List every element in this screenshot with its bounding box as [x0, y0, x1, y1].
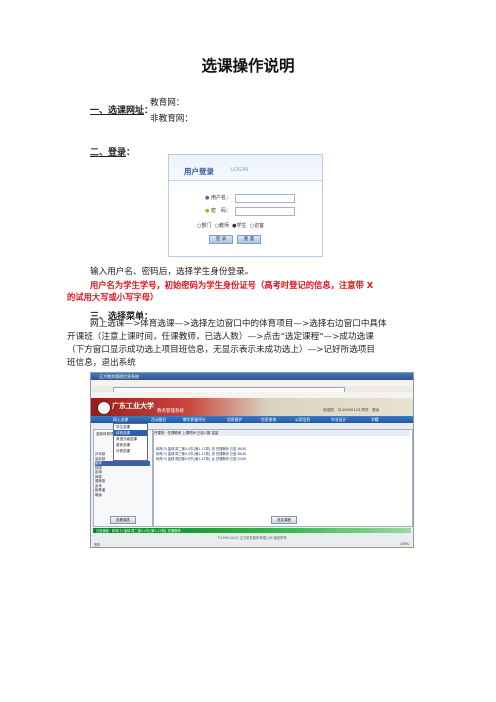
username-label: ● 用户名：: [205, 194, 231, 201]
banner-system-name: 教务管理系统: [157, 409, 184, 414]
selected-courses-text: 已选课程：体育(3) 篮球 周二第3,4节{第1-17周} 任课教师: [96, 529, 181, 533]
role-radio-group: ○部门 ○教师 ●学生 ○访客: [197, 222, 264, 229]
nav-item-1[interactable]: 活动报名: [151, 417, 166, 423]
course-system-screenshot: 正方教务管理信息系统 广东工业大学 教务管理系统 欢迎您：3110000123 …: [90, 372, 414, 548]
nav-item-3[interactable]: 信息维护: [227, 417, 242, 423]
banner-university-name: 广东工业大学: [112, 401, 154, 410]
nav-dropdown-menu: 学生选课 体育选课 英语分级选课 重修选课 补修选课: [113, 423, 148, 461]
login-header: 用户登录 LOGIN: [169, 163, 322, 181]
password-field[interactable]: [235, 207, 295, 216]
key-icon: ●: [205, 208, 210, 214]
username-label-text: 用户名：: [210, 195, 231, 201]
user-icon: ●: [205, 195, 210, 201]
nav-item-2[interactable]: 教学质量评价: [183, 417, 206, 423]
university-logo: [97, 401, 111, 415]
dropdown-item[interactable]: 补修选课: [114, 448, 147, 454]
main-nav: 网上选课 活动报名 教学质量评价 信息维护 信息查询 公用信息 毕业设计 学籍: [91, 416, 413, 423]
select-course-button[interactable]: 选定课程: [271, 516, 297, 524]
menu-step-line-2: 开课班（注意上课时间，任课教师，已选人数）—>点击“选定课程”—>成功选课: [67, 332, 374, 342]
nav-item-7[interactable]: 学籍: [371, 417, 379, 423]
password-label: ● 密 码：: [205, 207, 231, 214]
zoom-level[interactable]: 100%: [400, 542, 409, 546]
selected-courses-bar: 已选课程：体育(3) 篮球 周二第3,4节{第1-17周} 任课教师: [93, 528, 411, 533]
status-text: 完毕: [94, 543, 101, 547]
role-student-label: 学生: [236, 223, 247, 229]
red-note-line-2: 的试用大写或小写字母）: [67, 292, 159, 302]
username-field[interactable]: [235, 194, 295, 203]
role-guest-label: 访客: [254, 223, 265, 229]
section-1-heading: 一、选课网址: [90, 106, 145, 116]
class-row[interactable]: 体育(3) 篮球 周四第5,6节{第1-17周} 女 任课教师 已选 22/40: [156, 456, 246, 461]
password-label-text: 密 码：: [210, 208, 231, 214]
login-box-figure: 用户登录 LOGIN ● 用户名： ● 密 码： ○部门 ○教师 ●学生 ○访客…: [168, 154, 323, 257]
login-title-en: LOGIN: [231, 167, 249, 173]
login-instruction: 输入用户名、密码后，选择学生身份登录。: [90, 267, 254, 277]
right-panel-heading: 开课班：任课教师 上课时间 已选人数 容量: [154, 430, 410, 436]
right-panel: 开课班：任课教师 上课时间 已选人数 容量 体育(3) 篮球 周二第3,4节{第…: [153, 429, 413, 527]
section-2: 二、登录：: [90, 140, 135, 159]
non-edu-net-label: 非教育网：: [150, 114, 193, 124]
login-title: 用户登录: [184, 167, 214, 176]
menu-step-line-3: （下方窗口显示成功选上项目班信息，无显示表示未成功选上）—>记好所选项目: [67, 345, 375, 355]
menu-step-line-1: 网上选课—>体育选课—>选择左边窗口中的体育项目—>选择右边窗口中具体: [90, 319, 387, 329]
view-timetable-button[interactable]: 查看课表: [110, 516, 136, 524]
sport-item[interactable]: 瑜伽: [95, 493, 150, 498]
document-title: 选课操作说明: [201, 57, 295, 75]
section-2-heading: 二、登录: [90, 148, 127, 158]
section-1: 一、选课网址：: [90, 98, 153, 117]
edu-net-label: 教育网：: [150, 98, 185, 108]
login-button[interactable]: 登 录: [209, 235, 233, 244]
browser-title-bar: 正方教务管理信息系统: [91, 373, 413, 380]
menu-step-line-4: 班信息，退出系统: [67, 358, 136, 368]
nav-item-5[interactable]: 公用信息: [295, 417, 310, 423]
reset-button[interactable]: 重 置: [237, 235, 261, 244]
nav-item-6[interactable]: 毕业设计: [331, 417, 346, 423]
role-teacher-label: 教师: [218, 223, 229, 229]
site-footer: ©1999-2010 正方软件股份有限公司 版权所有: [217, 536, 287, 540]
site-banner: 广东工业大学 教务管理系统 欢迎您：3110000123 同学 退出: [91, 398, 413, 416]
nav-item-4[interactable]: 信息查询: [261, 417, 276, 423]
browser-status-bar: 完毕 100%: [91, 542, 413, 547]
section-2-colon: ：: [126, 148, 136, 158]
red-note-line-1: 用户名为学生学号，初始密码为学生身份证号（高考时登记的信息，注意带 X: [90, 280, 374, 290]
role-dept-label: 部门: [201, 223, 212, 229]
user-info: 欢迎您：3110000123 同学 退出: [323, 408, 380, 412]
